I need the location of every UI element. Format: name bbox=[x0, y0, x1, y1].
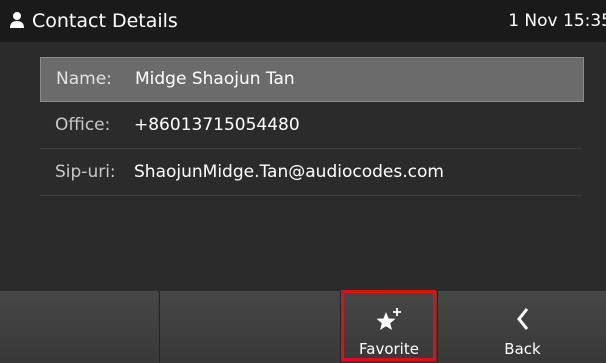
detail-value: Midge Shaojun Tan bbox=[135, 69, 295, 89]
favorite-button[interactable]: Favorite bbox=[340, 291, 437, 363]
back-label: Back bbox=[504, 340, 541, 358]
person-icon bbox=[10, 11, 24, 29]
favorite-label: Favorite bbox=[359, 340, 419, 358]
detail-label: Sip-uri: bbox=[55, 162, 116, 182]
phone-screen: Contact Details 1 Nov 15:35 Name: Midge … bbox=[0, 0, 606, 363]
softkey-bar: Favorite Back bbox=[0, 291, 606, 363]
detail-label: Name: bbox=[56, 69, 112, 89]
contact-details-list: Name: Midge Shaojun Tan Office: +8601371… bbox=[0, 42, 606, 288]
detail-value: ShaojunMidge.Tan@audiocodes.com bbox=[134, 162, 444, 182]
back-button[interactable]: Back bbox=[437, 291, 606, 363]
chevron-left-icon bbox=[515, 307, 531, 335]
detail-row-sip-uri[interactable]: Sip-uri: ShaojunMidge.Tan@audiocodes.com bbox=[40, 150, 582, 196]
star-plus-icon bbox=[375, 307, 403, 337]
detail-label: Office: bbox=[55, 115, 111, 135]
detail-row-name[interactable]: Name: Midge Shaojun Tan bbox=[40, 57, 584, 102]
date-time: 1 Nov 15:35 bbox=[508, 11, 606, 31]
softkey-1[interactable] bbox=[0, 291, 158, 363]
title-bar: Contact Details 1 Nov 15:35 bbox=[0, 0, 606, 42]
detail-row-office[interactable]: Office: +86013715054480 bbox=[40, 103, 582, 149]
page-title: Contact Details bbox=[32, 10, 178, 32]
softkey-2[interactable] bbox=[159, 291, 340, 363]
detail-value: +86013715054480 bbox=[134, 115, 300, 135]
